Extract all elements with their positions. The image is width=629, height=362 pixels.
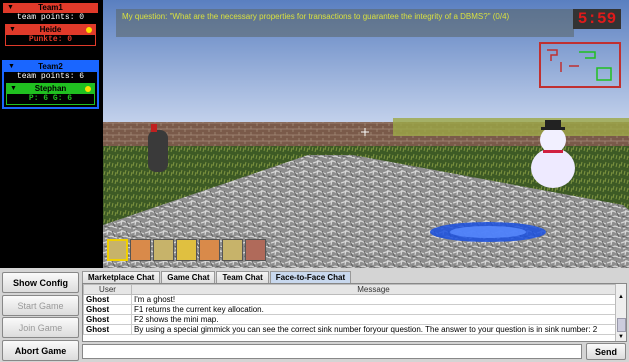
inventory-slot[interactable]	[107, 239, 128, 261]
countdown-display: 5:59	[573, 9, 621, 29]
team-2-points: team points: 6	[4, 72, 97, 81]
table-row[interactable]: Ghost I'm a ghost!	[83, 294, 616, 305]
row-user: Ghost	[83, 314, 132, 325]
chevron-down-icon: ▼	[7, 4, 14, 11]
inventory-slot[interactable]	[176, 239, 197, 261]
start-game-button[interactable]: Start Game	[2, 295, 79, 316]
team-1-header[interactable]: ▼ Team1	[3, 3, 98, 13]
chevron-down-icon: ▼	[10, 85, 17, 92]
scroll-thumb[interactable]	[617, 318, 626, 332]
abort-game-button[interactable]: Abort Game	[2, 340, 79, 361]
status-dot-icon	[86, 27, 92, 33]
row-user: Ghost	[83, 304, 132, 315]
inventory-slot[interactable]	[245, 239, 266, 261]
scene-graphic	[103, 0, 629, 268]
team-panel: ▼ Team1 team points: 0 ▼ Heide Punkte: 0…	[0, 0, 103, 268]
chevron-down-icon: ▼	[8, 63, 15, 70]
chat-message-input[interactable]	[82, 344, 582, 359]
status-dot-icon	[85, 86, 91, 92]
join-game-button[interactable]: Join Game	[2, 317, 79, 338]
team-2-header[interactable]: ▼ Team2	[4, 62, 97, 72]
scroll-down-icon[interactable]: ▼	[617, 333, 625, 341]
chat-log[interactable]: User Message Ghost I'm a ghost! Ghost F1…	[82, 283, 627, 342]
scroll-up-icon[interactable]: ▲	[617, 293, 625, 301]
chat-scrollbar[interactable]: ▲ ▼	[615, 284, 626, 341]
chevron-down-icon: ▼	[9, 26, 16, 33]
team-2-member: ▼ Stephan P: 6 G: 6	[6, 83, 95, 105]
column-header-message[interactable]: Message	[131, 284, 616, 295]
chat-tabs: Marketplace Chat Game Chat Team Chat Fac…	[82, 271, 352, 284]
team-2-name: Team2	[38, 62, 63, 71]
team-1-points: team points: 0	[3, 13, 98, 22]
inventory-slot[interactable]	[130, 239, 151, 261]
inventory-slot[interactable]	[222, 239, 243, 261]
member-name: Heide	[39, 25, 62, 34]
mini-map-graphic	[547, 49, 612, 81]
table-row[interactable]: Ghost F1 returns the current key allocat…	[83, 304, 616, 315]
team-2: ▼ Team2 team points: 6 ▼ Stephan P: 6 G:…	[2, 60, 99, 109]
team-1: ▼ Team1 team points: 0 ▼ Heide Punkte: 0	[3, 3, 98, 46]
member-stats: Punkte: 0	[6, 35, 95, 45]
show-config-button[interactable]: Show Config	[2, 272, 79, 293]
row-message: F2 shows the mini map.	[131, 314, 616, 325]
table-row[interactable]: Ghost F2 shows the mini map.	[83, 314, 616, 325]
row-message: I'm a ghost!	[131, 294, 616, 305]
column-header-user[interactable]: User	[83, 284, 132, 295]
chat-header-row: User Message	[83, 284, 616, 295]
row-user: Ghost	[83, 294, 132, 305]
inventory-slot[interactable]	[199, 239, 220, 261]
row-message: F1 returns the current key allocation.	[131, 304, 616, 315]
inventory-slot[interactable]	[153, 239, 174, 261]
member-header[interactable]: ▼ Heide	[6, 25, 95, 35]
member-header[interactable]: ▼ Stephan	[7, 84, 94, 94]
row-message: By using a special gimmick you can see t…	[131, 324, 616, 335]
mini-map	[539, 42, 621, 88]
inventory-bar	[107, 239, 266, 263]
send-button[interactable]: Send	[586, 343, 626, 360]
member-stats: P: 6 G: 6	[7, 94, 94, 104]
team-1-name: Team1	[38, 3, 63, 12]
row-user: Ghost	[83, 324, 132, 335]
chat-table: User Message Ghost I'm a ghost! Ghost F1…	[83, 284, 616, 335]
question-banner: My question: "What are the necessary pro…	[116, 9, 574, 37]
game-3d-view[interactable]	[103, 0, 629, 268]
member-name: Stephan	[34, 84, 67, 93]
team-1-member: ▼ Heide Punkte: 0	[5, 24, 96, 46]
table-row[interactable]: Ghost By using a special gimmick you can…	[83, 324, 616, 335]
